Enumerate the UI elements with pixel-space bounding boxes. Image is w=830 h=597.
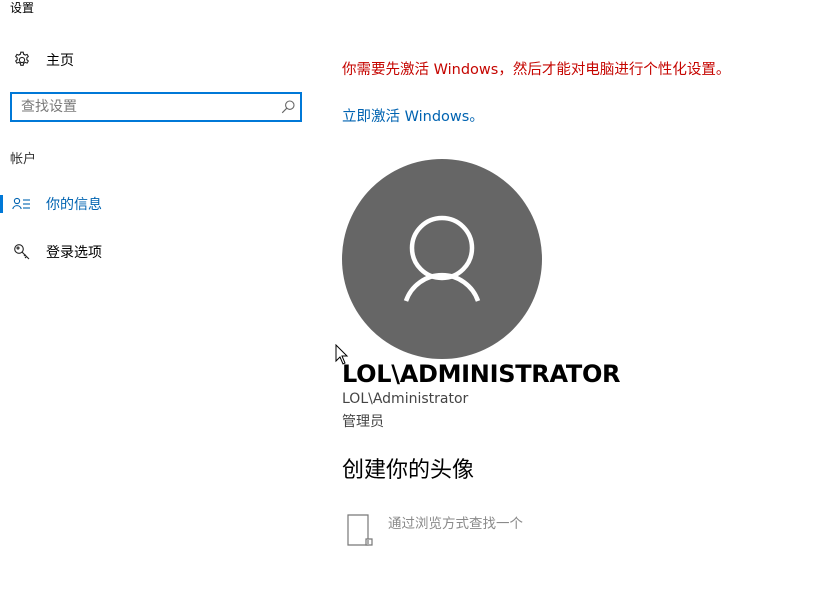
gear-icon — [12, 50, 32, 70]
account-id: LOL\Administrator — [342, 391, 469, 407]
search-icon[interactable] — [280, 99, 296, 115]
sidebar-item-home[interactable]: 主页 — [0, 42, 320, 78]
person-list-icon — [12, 194, 32, 214]
sidebar-item-sign-in-options[interactable]: 登录选项 — [0, 234, 320, 270]
section-header-accounts: 帐户 — [10, 152, 37, 167]
selection-indicator — [0, 195, 3, 213]
search-input[interactable] — [21, 97, 271, 117]
sidebar-item-label: 你的信息 — [46, 197, 102, 213]
browse-label: 通过浏览方式查找一个 — [388, 516, 523, 532]
browse-for-one-button[interactable]: 通过浏览方式查找一个 — [346, 511, 586, 547]
settings-window: 设置 主页 帐户 — [0, 0, 830, 597]
sidebar-item-label: 登录选项 — [46, 245, 102, 261]
file-icon — [346, 513, 376, 549]
sidebar-item-home-label: 主页 — [46, 53, 74, 69]
display-name: LOL\ADMINISTRATOR — [342, 360, 621, 388]
avatar — [342, 159, 542, 359]
user-silhouette-icon — [403, 215, 481, 302]
create-avatar-heading: 创建你的头像 — [342, 458, 475, 483]
app-title: 设置 — [10, 1, 35, 15]
sidebar-item-your-info[interactable]: 你的信息 — [0, 186, 320, 222]
activation-warning: 你需要先激活 Windows，然后才能对电脑进行个性化设置。 — [342, 62, 731, 78]
account-role: 管理员 — [342, 414, 384, 430]
search-box[interactable] — [10, 92, 302, 122]
activate-windows-link[interactable]: 立即激活 Windows。 — [342, 105, 484, 126]
key-icon — [12, 242, 32, 262]
